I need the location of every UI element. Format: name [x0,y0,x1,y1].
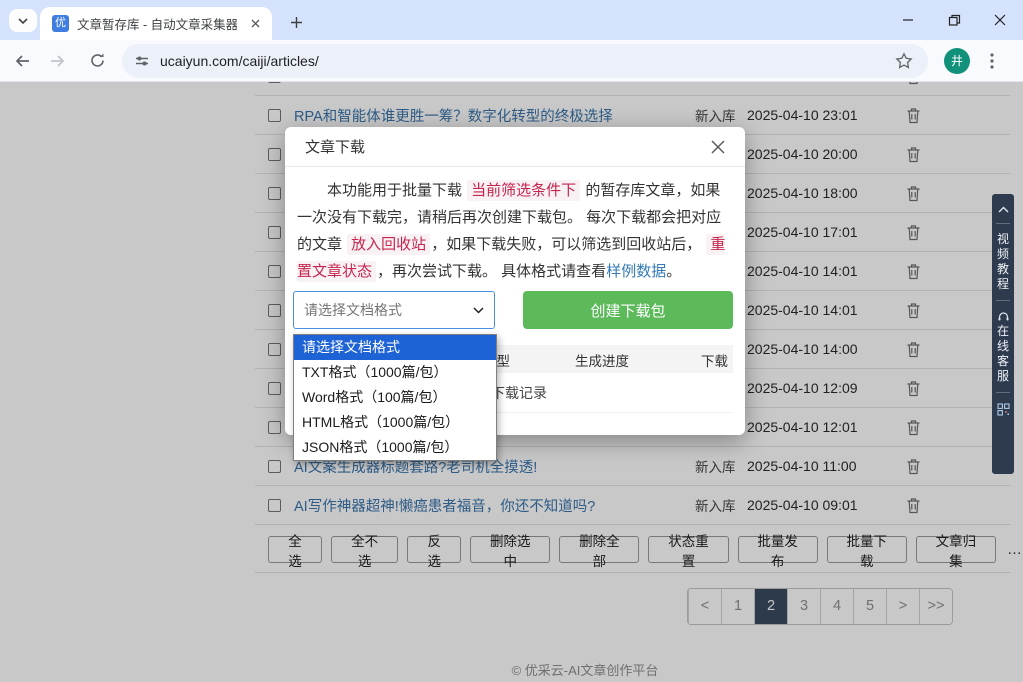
window-close-button[interactable] [977,0,1023,40]
reload-button[interactable] [80,44,114,78]
browser-window: 优 文章暂存库 - 自动文章采集器-优 [0,0,1023,682]
site-settings-icon [134,53,150,69]
browser-tab[interactable]: 优 文章暂存库 - 自动文章采集器-优 [40,7,272,40]
new-tab-button[interactable] [284,10,308,34]
format-dropdown-list: 请选择文档格式 TXT格式（1000篇/包） Word格式（100篇/包） HT… [293,334,497,461]
browser-menu-button[interactable] [980,49,1004,73]
description-segment: ，再次尝试下载。 具体格式请查看 [377,263,606,280]
close-icon [994,14,1006,26]
url-text[interactable]: ucaiyun.com/caiji/articles/ [160,53,892,69]
plus-icon [290,16,303,29]
minimize-icon [902,14,914,26]
tab-search-button[interactable] [9,9,37,32]
history-col-download: 下载 [701,350,728,370]
restore-icon [948,14,961,27]
description-segment: 本功能用于批量下载 [327,182,466,199]
star-icon [895,52,913,70]
description-segment: 。 [666,263,681,280]
window-minimize-button[interactable] [885,0,931,40]
format-select-value: 请选择文档格式 [304,300,473,320]
format-option[interactable]: 请选择文档格式 [294,335,496,360]
profile-avatar[interactable]: 井 [944,48,970,74]
chevron-up-icon [998,206,1009,213]
history-col-progress: 生成进度 [575,350,629,370]
modal-header: 文章下载 [285,127,745,167]
modal-close-button[interactable] [707,136,729,158]
divider [996,300,1010,301]
format-option[interactable]: JSON格式（1000篇/包） [294,435,496,460]
window-restore-button[interactable] [931,0,977,40]
description-segment: 当前筛选条件下 [467,180,580,201]
video-tutorial-link[interactable]: 视频教程 [996,232,1010,292]
close-icon [711,140,725,154]
forward-arrow-icon [50,52,68,70]
format-select[interactable]: 请选择文档格式 [293,291,495,329]
forward-button[interactable] [42,44,76,78]
floating-side-toolbar: 视频教程 在线客服 [992,194,1014,474]
browser-toolbar: ucaiyun.com/caiji/articles/ 井 [0,40,1023,82]
bookmark-star-button[interactable] [892,49,916,73]
modal-title: 文章下载 [305,136,365,157]
site-favicon: 优 [52,15,69,32]
format-option[interactable]: TXT格式（1000篇/包） [294,360,496,385]
format-option[interactable]: Word格式（100篇/包） [294,385,496,410]
qr-code-icon[interactable] [997,403,1010,416]
description-segment: 放入回收站 [347,234,430,255]
chevron-down-icon [17,17,29,25]
divider [996,392,1010,393]
back-button[interactable] [4,44,38,78]
online-service-link[interactable]: 在线客服 [996,324,1010,384]
browser-tab-strip: 优 文章暂存库 - 自动文章采集器-优 [0,0,1023,40]
back-arrow-icon [12,52,30,70]
description-segment: 样例数据 [606,263,666,280]
create-download-package-button[interactable]: 创建下载包 [523,291,733,329]
url-bar[interactable]: ucaiyun.com/caiji/articles/ [122,44,928,78]
three-dots-icon [990,53,994,69]
divider [996,223,1010,224]
modal-description: 本功能用于批量下载 当前筛选条件下 的暂存库文章，如果一次没有下载完，请稍后再次… [285,167,745,285]
reload-icon [89,52,106,69]
tab-close-button[interactable] [246,15,264,33]
tab-title: 文章暂存库 - 自动文章采集器-优 [77,14,237,33]
back-to-top-button[interactable] [998,206,1009,213]
close-icon [251,19,260,28]
page-content: RPA和智能体谁更胜一筹？数字化转型的终极选择 新入库 2025-04-10 2… [0,82,1023,682]
description-segment: ，如果下载失败，可以筛选到回收站后， [431,236,705,253]
headset-icon [997,311,1010,322]
chevron-down-icon [473,307,484,314]
format-option[interactable]: HTML格式（1000篇/包） [294,410,496,435]
